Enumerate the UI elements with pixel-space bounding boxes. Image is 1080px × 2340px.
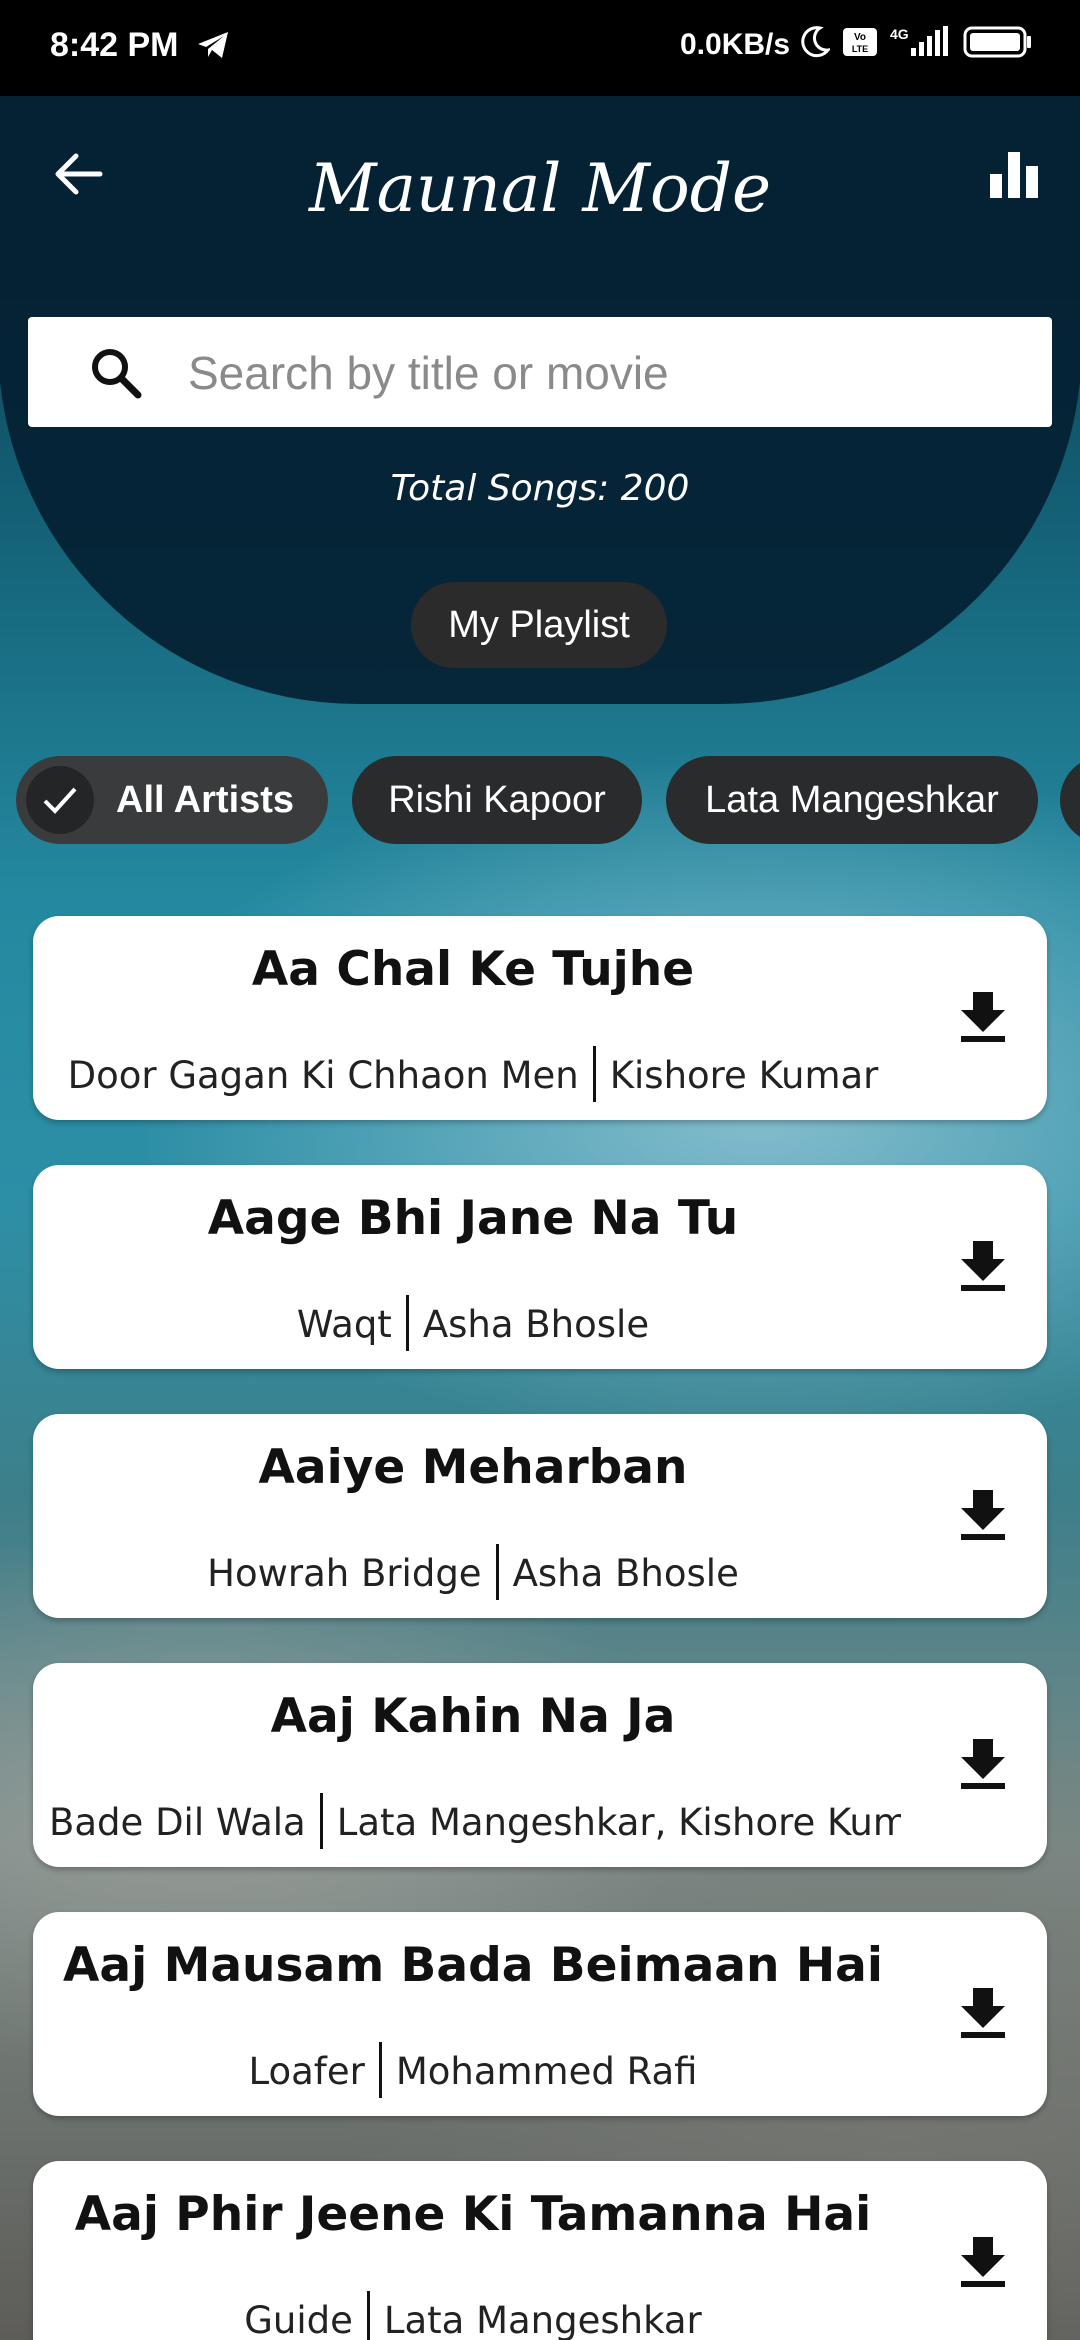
download-icon[interactable] <box>955 1486 1011 1542</box>
download-icon[interactable] <box>955 1237 1011 1293</box>
song-subtitle: Waqt Asha Bhosle <box>33 1295 913 1351</box>
song-movie: Loafer <box>248 2050 365 2093</box>
song-card[interactable]: Aage Bhi Jane Na Tu Waqt Asha Bhosle <box>33 1165 1047 1369</box>
search-input[interactable] <box>186 339 1030 407</box>
chip-label: Rishi Kapoor <box>388 778 606 821</box>
song-card[interactable]: Aaj Mausam Bada Beimaan Hai Loafer Mohamm… <box>33 1912 1047 2116</box>
song-artist: Lata Mangeshkar <box>383 2299 702 2340</box>
download-icon[interactable] <box>955 2233 1011 2289</box>
song-subtitle: Guide Lata Mangeshkar <box>33 2291 913 2340</box>
chip-more[interactable] <box>1060 756 1080 844</box>
check-icon <box>26 766 94 834</box>
chip-label: Lata Mangeshkar <box>705 778 999 821</box>
moon-icon <box>801 26 830 58</box>
song-title: Aaj Kahin Na Ja <box>270 1689 676 1744</box>
status-bar: 8:42 PM 0.0KB/s Vo LTE 4G <box>0 0 1080 96</box>
song-card[interactable]: Aaiye Meharban Howrah Bridge Asha Bhosle <box>33 1414 1047 1618</box>
song-artist: Asha Bhosle <box>422 1303 650 1346</box>
signal-icon <box>910 26 948 56</box>
chip-label: All Artists <box>116 778 295 821</box>
song-movie: Door Gagan Ki Chhaon Men <box>67 1054 579 1097</box>
song-movie: Bade Dil Wala <box>49 1801 306 1844</box>
song-title: Aage Bhi Jane Na Tu <box>207 1191 739 1246</box>
status-time: 8:42 PM <box>50 26 179 64</box>
artist-chips: All Artists Rishi Kapoor Lata Mangeshkar <box>0 756 1080 844</box>
song-subtitle: Bade Dil Wala Lata Mangeshkar, Kishore Ku… <box>33 1793 901 1849</box>
song-artist: Lata Mangeshkar, Kishore Kumar <box>336 1801 901 1844</box>
song-title: Aaiye Meharban <box>258 1440 688 1495</box>
svg-text:Vo: Vo <box>854 32 866 43</box>
song-subtitle: Loafer Mohammed Rafi <box>33 2042 913 2098</box>
song-artist: Mohammed Rafi <box>395 2050 698 2093</box>
search-icon <box>92 349 142 399</box>
chip-rishi-kapoor[interactable]: Rishi Kapoor <box>352 756 642 844</box>
song-card[interactable]: Aaj Kahin Na Ja Bade Dil Wala Lata Manges… <box>33 1663 1047 1867</box>
page-title: Maunal Mode <box>309 150 771 227</box>
chip-all-artists[interactable]: All Artists <box>16 756 328 844</box>
song-card[interactable]: Aa Chal Ke Tujhe Door Gagan Ki Chhaon Me… <box>33 916 1047 1120</box>
my-playlist-button[interactable]: My Playlist <box>411 582 667 668</box>
song-artist: Asha Bhosle <box>512 1552 739 1595</box>
svg-text:LTE: LTE <box>852 44 868 54</box>
song-card[interactable]: Aaj Phir Jeene Ki Tamanna Hai Guide Lata … <box>33 2161 1047 2340</box>
download-icon[interactable] <box>955 1735 1011 1791</box>
status-icons: Vo LTE 4G <box>800 26 1033 58</box>
search-bar[interactable] <box>28 317 1052 427</box>
song-title: Aa Chal Ke Tujhe <box>251 942 695 997</box>
download-icon[interactable] <box>955 988 1011 1044</box>
song-title: Aaj Mausam Bada Beimaan Hai <box>63 1938 883 1993</box>
volte-icon: Vo LTE <box>843 28 877 56</box>
bar-chart-icon[interactable] <box>988 148 1040 200</box>
telegram-icon <box>198 32 228 58</box>
song-movie: Guide <box>244 2299 353 2340</box>
battery-icon <box>963 26 1031 58</box>
chip-lata-mangeshkar[interactable]: Lata Mangeshkar <box>666 756 1038 844</box>
song-subtitle: Door Gagan Ki Chhaon Men Kishore Kumar <box>33 1046 913 1102</box>
download-icon[interactable] <box>955 1984 1011 2040</box>
song-artist: Kishore Kumar <box>609 1054 879 1097</box>
song-title: Aaj Phir Jeene Ki Tamanna Hai <box>74 2187 872 2242</box>
song-movie: Howrah Bridge <box>207 1552 482 1595</box>
total-songs: Total Songs: 200 <box>390 468 690 509</box>
network-speed: 0.0KB/s <box>680 28 791 61</box>
song-subtitle: Howrah Bridge Asha Bhosle <box>33 1544 913 1600</box>
song-movie: Waqt <box>296 1303 392 1346</box>
